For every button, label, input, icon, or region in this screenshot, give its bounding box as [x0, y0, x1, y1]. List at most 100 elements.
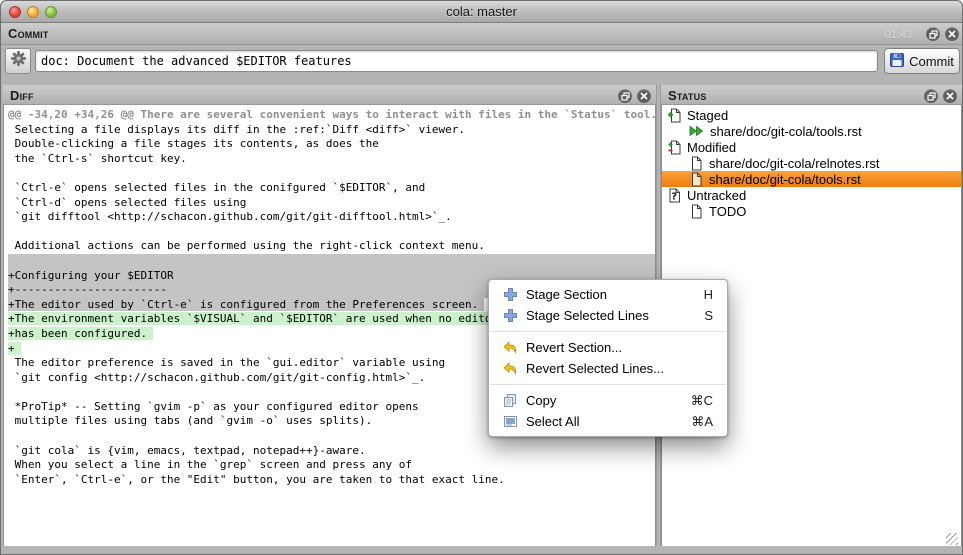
copy-icon [503, 393, 518, 408]
status-float-button[interactable] [924, 89, 938, 103]
commit-dock-header: Commit 01:43 [1, 23, 963, 45]
status-dock-header: Status [661, 85, 962, 105]
status-file-row[interactable]: share/doc/git-cola/tools.rst [662, 171, 961, 187]
staged-arrows-icon [689, 124, 704, 138]
float-icon [621, 92, 630, 101]
diff-line[interactable]: Additional actions can be performed usin… [8, 239, 655, 254]
menu-item-label: Select All [526, 414, 683, 429]
diff-context-menu: Stage Section H Stage Selected Lines S Rever… [488, 279, 728, 437]
menu-item-revert-selected-lines[interactable]: Revert Selected Lines... [489, 358, 727, 379]
menu-item-select-all[interactable]: Select All ⌘A [489, 411, 727, 432]
revert-arrow-icon [503, 361, 518, 376]
diff-dock-title: Diff [10, 88, 34, 103]
float-icon [929, 30, 938, 39]
menu-separator [490, 384, 726, 385]
menu-separator [490, 331, 726, 332]
menu-item-stage-selected-lines[interactable]: Stage Selected Lines S [489, 305, 727, 326]
status-close-button[interactable] [943, 89, 957, 103]
commit-close-button[interactable] [945, 27, 959, 41]
floppy-disk-icon [890, 53, 904, 70]
close-icon [640, 92, 648, 100]
close-icon [640, 92, 648, 100]
commit-message-input[interactable] [35, 50, 878, 72]
menu-item-shortcut: S [704, 308, 713, 323]
commit-toolbar: Commit [1, 45, 963, 77]
menu-item-shortcut: ⌘C [691, 393, 713, 409]
menu-item-label: Revert Selected Lines... [526, 361, 705, 376]
window-bottom-edge [1, 546, 962, 554]
commit-button-label: Commit [909, 54, 954, 69]
float-icon [927, 92, 936, 101]
menu-item-copy[interactable]: Copy ⌘C [489, 390, 727, 411]
commit-timer: 01:43 [884, 29, 912, 41]
menu-item-label: Copy [526, 393, 683, 408]
doc-question-icon: ? [667, 188, 681, 203]
diff-line[interactable]: Double-clicking a file stages its conten… [8, 137, 655, 152]
diff-line[interactable]: @@ -34,20 +34,26 @@ There are several co… [8, 108, 655, 123]
doc-modified-icon [667, 140, 681, 155]
stage-plus-icon [503, 308, 518, 323]
status-category-row[interactable]: Modified [662, 139, 961, 155]
diff-close-button[interactable] [637, 89, 651, 103]
svg-text:?: ? [671, 191, 677, 202]
app-window: cola: master Commit 01:43 Commit Diff @@… [0, 0, 963, 555]
gear-icon [10, 50, 27, 67]
diff-float-button[interactable] [618, 89, 632, 103]
gear-icon [10, 50, 27, 72]
status-row-label: Untracked [687, 188, 746, 203]
floppy-icon [890, 53, 904, 67]
status-row-label: TODO [709, 204, 746, 219]
titlebar[interactable]: cola: master [1, 1, 962, 23]
commit-button[interactable]: Commit [884, 48, 960, 74]
diff-line[interactable]: `git difftool <http://schacon.github.com… [8, 210, 655, 225]
diff-line[interactable] [8, 166, 655, 181]
float-icon [927, 92, 936, 101]
menu-item-label: Stage Selected Lines [526, 308, 696, 323]
menu-item-shortcut: H [704, 287, 713, 302]
menu-item-revert-section[interactable]: Revert Section... [489, 337, 727, 358]
diff-line[interactable]: `git cola` is {vim, emacs, textpad, note… [8, 444, 655, 459]
status-category-row[interactable]: Staged [662, 107, 961, 123]
diff-line[interactable]: When you select a line in the `grep` scr… [8, 458, 655, 473]
resize-grip[interactable] [946, 533, 958, 545]
doc-add-icon [667, 108, 681, 123]
commit-actions-button[interactable] [5, 48, 31, 74]
menu-item-label: Revert Section... [526, 340, 705, 355]
diff-line[interactable]: `Enter`, `Ctrl-e`, or the "Edit" button,… [8, 473, 655, 488]
status-file-row[interactable]: share/doc/git-cola/tools.rst [662, 123, 961, 139]
select-all-icon [503, 414, 518, 429]
diff-line[interactable] [8, 225, 655, 240]
status-row-label: share/doc/git-cola/tools.rst [709, 172, 861, 187]
doc-plain-icon [689, 204, 703, 219]
doc-selected-icon [689, 172, 703, 187]
float-icon [621, 92, 630, 101]
menu-item-shortcut: ⌘A [691, 414, 713, 430]
diff-line[interactable]: the `Ctrl-s` shortcut key. [8, 152, 655, 167]
diff-line[interactable] [8, 254, 655, 269]
status-category-row[interactable]: ? Untracked [662, 187, 961, 203]
status-row-label: Modified [687, 140, 736, 155]
status-row-label: Staged [687, 108, 728, 123]
status-row-label: share/doc/git-cola/tools.rst [710, 124, 862, 139]
close-icon [946, 92, 954, 100]
close-icon [946, 92, 954, 100]
menu-item-stage-section[interactable]: Stage Section H [489, 284, 727, 305]
status-file-row[interactable]: share/doc/git-cola/relnotes.rst [662, 155, 961, 171]
diff-line[interactable]: `Ctrl-d` opens selected files using [8, 196, 655, 211]
diff-line[interactable]: Selecting a file displays its diff in th… [8, 123, 655, 138]
close-icon [948, 30, 956, 38]
diff-dock-header: Diff [3, 85, 656, 105]
diff-line[interactable]: `Ctrl-e` opens selected files in the con… [8, 181, 655, 196]
window-title: cola: master [1, 4, 962, 19]
revert-arrow-icon [503, 340, 518, 355]
close-icon [948, 30, 956, 38]
commit-dock-title: Commit [8, 26, 49, 41]
status-file-row[interactable]: TODO [662, 203, 961, 219]
stage-plus-icon [503, 287, 518, 302]
commit-float-button[interactable] [926, 27, 940, 41]
doc-plain-icon [689, 156, 703, 171]
float-icon [929, 30, 938, 39]
status-dock-title: Status [668, 88, 707, 103]
status-row-label: share/doc/git-cola/relnotes.rst [709, 156, 880, 171]
menu-item-label: Stage Section [526, 287, 696, 302]
